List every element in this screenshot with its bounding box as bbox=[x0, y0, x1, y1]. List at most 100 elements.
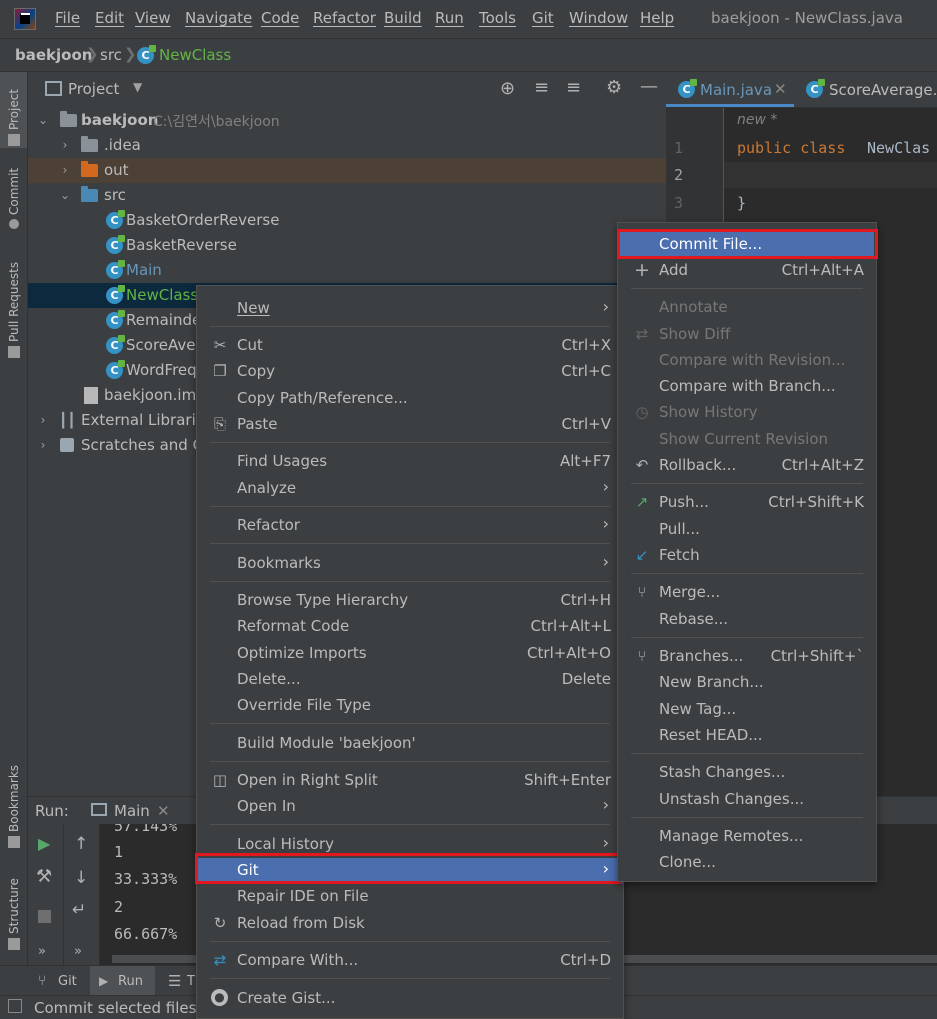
menu-local-history[interactable]: Local History › bbox=[197, 832, 623, 858]
menu-repair-ide[interactable]: Repair IDE on File bbox=[197, 884, 623, 910]
expand-all-icon[interactable]: ≡ bbox=[534, 77, 549, 98]
menu-open-right-split[interactable]: ◫ Open in Right Split Shift+Enter bbox=[197, 768, 623, 794]
menu-fetch[interactable]: ↙ Fetch bbox=[618, 543, 876, 569]
tool-tab-project[interactable]: Project bbox=[4, 80, 24, 150]
gear-icon[interactable]: ⚙ bbox=[606, 77, 622, 98]
menu-push[interactable]: ↗ Push... Ctrl+Shift+K bbox=[618, 490, 876, 516]
menu-file[interactable]: File bbox=[55, 9, 80, 27]
menu-refactor[interactable]: Refactor bbox=[313, 9, 376, 27]
menu-code[interactable]: Code bbox=[261, 9, 299, 27]
menu-unstash[interactable]: Unstash Changes... bbox=[618, 787, 876, 813]
menu-clone[interactable]: Clone... bbox=[618, 850, 876, 876]
tree-item-baekjoon[interactable]: ⌄ baekjoon C:\김연서\baekjoon bbox=[28, 108, 666, 133]
menu-show-history[interactable]: ◷ Show History bbox=[618, 400, 876, 426]
menu-show-diff[interactable]: ⇄ Show Diff bbox=[618, 322, 876, 348]
menu-analyze[interactable]: Analyze › bbox=[197, 476, 623, 502]
tool-tab-run[interactable]: Run bbox=[118, 974, 143, 989]
menu-annotate[interactable]: Annotate bbox=[618, 295, 876, 321]
menu-reset-head[interactable]: Reset HEAD... bbox=[618, 723, 876, 749]
menu-rebase[interactable]: Rebase... bbox=[618, 607, 876, 633]
chevron-right-icon[interactable]: › bbox=[36, 438, 50, 452]
wrench-icon[interactable]: ⚒ bbox=[36, 866, 52, 887]
tool-tab-commit[interactable]: Commit bbox=[4, 167, 24, 233]
chevron-right-icon[interactable]: › bbox=[58, 163, 72, 177]
menu-show-current-revision[interactable]: Show Current Revision bbox=[618, 427, 876, 453]
menu-commit-file[interactable]: Commit File... bbox=[620, 232, 874, 258]
tree-item-idea[interactable]: › .idea bbox=[28, 133, 666, 158]
minimize-icon[interactable]: — bbox=[640, 76, 658, 97]
collapse-all-icon[interactable]: ≡ bbox=[566, 77, 581, 98]
tool-tab-pull-requests[interactable]: Pull Requests bbox=[4, 257, 24, 362]
menu-branches[interactable]: ⑂ Branches... Ctrl+Shift+` bbox=[618, 644, 876, 670]
menu-paste[interactable]: ⎘ Paste Ctrl+V bbox=[197, 412, 623, 438]
project-panel-title[interactable]: Project bbox=[68, 80, 119, 98]
menu-window[interactable]: Window bbox=[569, 9, 628, 27]
run-icon[interactable]: ▶ bbox=[38, 834, 50, 853]
tool-tab-bookmarks[interactable]: Bookmarks bbox=[4, 760, 24, 852]
chevron-right-icon[interactable]: › bbox=[36, 413, 50, 427]
breadcrumb-file[interactable]: NewClass bbox=[159, 46, 231, 64]
tree-item-src[interactable]: ⌄ src bbox=[28, 183, 666, 208]
menu-override-file-type[interactable]: Override File Type bbox=[197, 693, 623, 719]
menu-stash[interactable]: Stash Changes... bbox=[618, 760, 876, 786]
stop-icon[interactable] bbox=[38, 910, 51, 923]
tool-tab-todo[interactable]: T bbox=[187, 974, 195, 989]
tab-scoreaverage-java[interactable]: C ScoreAverage.ja bbox=[796, 72, 937, 107]
menu-git[interactable]: Git bbox=[532, 9, 554, 27]
chevron-down-icon[interactable]: ⌄ bbox=[58, 188, 72, 202]
chevron-right-icon[interactable]: › bbox=[58, 138, 72, 152]
menu-manage-remotes[interactable]: Manage Remotes... bbox=[618, 824, 876, 850]
menu-tools[interactable]: Tools bbox=[479, 9, 516, 27]
menu-navigate[interactable]: Navigate bbox=[185, 9, 252, 27]
menu-rollback[interactable]: ↶ Rollback... Ctrl+Alt+Z bbox=[618, 453, 876, 479]
menu-run[interactable]: Run bbox=[435, 9, 464, 27]
dropdown-arrow-icon[interactable]: ▼ bbox=[133, 80, 142, 94]
more-icon[interactable]: » bbox=[74, 944, 82, 959]
menu-new-tag[interactable]: New Tag... bbox=[618, 697, 876, 723]
close-icon[interactable]: ✕ bbox=[157, 802, 170, 820]
tree-item-basketorderreverse[interactable]: C BasketOrderReverse bbox=[28, 208, 666, 233]
tree-item-out[interactable]: › out bbox=[28, 158, 666, 183]
menu-browse-hierarchy[interactable]: Browse Type Hierarchy Ctrl+H bbox=[197, 588, 623, 614]
menu-reload-from-disk[interactable]: ↻ Reload from Disk bbox=[197, 911, 623, 937]
menu-cut[interactable]: ✂ Cut Ctrl+X bbox=[197, 333, 623, 359]
menu-view[interactable]: View bbox=[135, 9, 171, 27]
menu-new-branch[interactable]: New Branch... bbox=[618, 670, 876, 696]
tool-tab-structure[interactable]: Structure bbox=[4, 872, 24, 954]
menu-compare-with[interactable]: ⇄ Compare With... Ctrl+D bbox=[197, 948, 623, 974]
menu-create-gist[interactable]: ● Create Gist... bbox=[197, 986, 623, 1012]
tree-item-basketreverse[interactable]: C BasketReverse bbox=[28, 233, 666, 258]
chevron-down-icon[interactable]: ⌄ bbox=[36, 113, 50, 127]
arrow-down-icon[interactable]: ↓ bbox=[74, 868, 88, 888]
run-tab-main[interactable]: Main bbox=[114, 802, 150, 820]
menu-pull[interactable]: Pull... bbox=[618, 517, 876, 543]
close-icon[interactable]: ✕ bbox=[774, 80, 787, 98]
menu-merge[interactable]: ⑂ Merge... bbox=[618, 580, 876, 606]
menu-build[interactable]: Build bbox=[384, 9, 422, 27]
tab-main-java[interactable]: C Main.java ✕ bbox=[666, 72, 794, 107]
menu-optimize-imports[interactable]: Optimize Imports Ctrl+Alt+O bbox=[197, 641, 623, 667]
locate-icon[interactable]: ⊕ bbox=[500, 78, 515, 99]
more-icon[interactable]: » bbox=[38, 944, 46, 959]
menu-reformat[interactable]: Reformat Code Ctrl+Alt+L bbox=[197, 614, 623, 640]
menu-bookmarks[interactable]: Bookmarks › bbox=[197, 551, 623, 577]
menu-compare-branch[interactable]: Compare with Branch... bbox=[618, 374, 876, 400]
arrow-up-icon[interactable]: ↑ bbox=[74, 834, 88, 854]
menu-compare-revision[interactable]: Compare with Revision... bbox=[618, 348, 876, 374]
menu-help[interactable]: Help bbox=[640, 9, 674, 27]
breadcrumb-folder[interactable]: src bbox=[100, 46, 122, 64]
menu-delete[interactable]: Delete... Delete bbox=[197, 667, 623, 693]
menu-new[interactable]: New › bbox=[197, 296, 623, 322]
menu-copy[interactable]: ❐ Copy Ctrl+C bbox=[197, 359, 623, 385]
menu-git[interactable]: Git › bbox=[197, 858, 623, 884]
breadcrumb-project[interactable]: baekjoon bbox=[15, 46, 92, 64]
tree-item-main[interactable]: C Main bbox=[28, 258, 666, 283]
menu-build-module[interactable]: Build Module 'baekjoon' bbox=[197, 731, 623, 757]
menu-edit[interactable]: Edit bbox=[95, 9, 124, 27]
menu-open-in[interactable]: Open In › bbox=[197, 794, 623, 820]
menu-add[interactable]: + Add Ctrl+Alt+A bbox=[618, 258, 876, 284]
menu-refactor[interactable]: Refactor › bbox=[197, 513, 623, 539]
tool-tab-git[interactable]: Git bbox=[58, 974, 77, 989]
soft-wrap-icon[interactable]: ↵ bbox=[72, 900, 86, 920]
status-panel-icon[interactable] bbox=[8, 999, 22, 1013]
